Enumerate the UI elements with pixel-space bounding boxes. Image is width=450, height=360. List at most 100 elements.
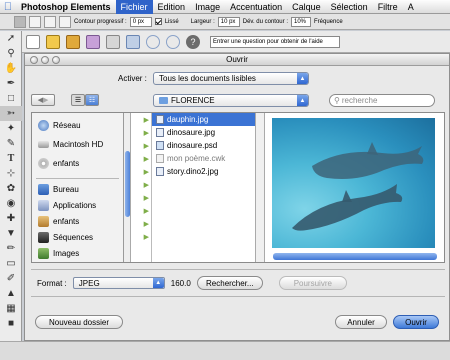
help-icon[interactable]: ? bbox=[186, 34, 200, 49]
new-folder-button[interactable]: Nouveau dossier bbox=[35, 315, 123, 329]
chevron-right-icon: ▶ bbox=[143, 220, 149, 228]
print-preview-icon[interactable] bbox=[126, 34, 140, 49]
menu-selection[interactable]: Sélection bbox=[326, 0, 373, 14]
selection-brush-tool-icon[interactable]: ✎ bbox=[0, 136, 22, 151]
brush-tool-icon[interactable]: ✐ bbox=[0, 271, 22, 286]
browse-folder-icon[interactable] bbox=[66, 34, 80, 49]
cookie-cutter-tool-icon[interactable]: ✿ bbox=[0, 181, 22, 196]
menu-calque[interactable]: Calque bbox=[287, 0, 326, 14]
add-selection-option[interactable] bbox=[44, 15, 56, 28]
menu-filtre[interactable]: Filtre bbox=[373, 0, 403, 14]
format-popup[interactable]: JPEG ▲ bbox=[72, 277, 165, 289]
format-value: JPEG bbox=[78, 278, 100, 288]
file-list-scrollbar[interactable] bbox=[256, 113, 265, 262]
location-value: FLORENCE bbox=[171, 96, 215, 105]
list-view-icon: ☰ bbox=[74, 97, 82, 104]
sidebar-item-label: Séquences bbox=[53, 233, 94, 242]
save-icon[interactable] bbox=[86, 34, 100, 49]
open-button[interactable]: Ouvrir bbox=[393, 315, 439, 329]
sidebar-item-applications[interactable]: Applications bbox=[32, 199, 123, 212]
list-item[interactable]: dauphin.jpg bbox=[152, 113, 255, 126]
shortcuts-bar: ? Entrer une question pour obtenir de l'… bbox=[22, 31, 450, 53]
magic-wand-tool-icon[interactable]: ✦ bbox=[0, 121, 22, 136]
menu-aide[interactable]: A bbox=[403, 0, 419, 14]
zoom-icon[interactable] bbox=[52, 56, 60, 64]
chevron-right-icon: ▶ bbox=[143, 207, 149, 215]
sidebar-item-bureau[interactable]: Bureau bbox=[32, 183, 123, 196]
list-item[interactable]: mon poème.cwk bbox=[152, 152, 255, 165]
lasso-tool-option[interactable] bbox=[14, 15, 26, 28]
help-question-field[interactable]: Entrer une question pour obtenir de l'ai… bbox=[210, 35, 340, 48]
sidebar-scrollbar[interactable] bbox=[124, 113, 131, 262]
list-item[interactable]: dinosaure.jpg bbox=[152, 126, 255, 139]
file-name: story.dino2.jpg bbox=[167, 167, 219, 176]
sidebar: Réseau Macintosh HD enfants Bureau Appli… bbox=[32, 113, 124, 262]
clone-stamp-tool-icon[interactable]: ▼ bbox=[0, 226, 22, 241]
gradient-tool-icon[interactable]: ▦ bbox=[0, 301, 22, 316]
dev-field[interactable]: 10% bbox=[290, 16, 311, 27]
cancel-button[interactable]: Annuler bbox=[335, 315, 387, 329]
preview-scrollbar[interactable] bbox=[273, 253, 437, 260]
shape-tool-icon[interactable]: ■ bbox=[0, 316, 22, 331]
sidebar-item-images[interactable]: Images bbox=[32, 247, 123, 260]
paint-bucket-tool-icon[interactable]: ▲ bbox=[0, 286, 22, 301]
home-icon bbox=[38, 216, 49, 227]
new-selection-option[interactable] bbox=[29, 15, 41, 28]
list-item[interactable]: dinosaure.psd bbox=[152, 139, 255, 152]
apple-menu-icon[interactable]:  bbox=[0, 1, 16, 13]
file-list: dauphin.jpg dinosaure.jpg dinosaure.psd … bbox=[152, 113, 256, 262]
column-view-icon: ☷ bbox=[88, 97, 96, 104]
show-row: Activer : Tous les documents lisibles ▲ bbox=[25, 72, 450, 86]
show-popup[interactable]: Tous les documents lisibles ▲ bbox=[153, 72, 309, 85]
sidebar-item-sequences[interactable]: Séquences bbox=[32, 231, 123, 244]
print-icon[interactable] bbox=[106, 34, 120, 49]
search-placeholder: recherche bbox=[341, 96, 378, 105]
list-view-button[interactable]: ☰ bbox=[71, 94, 85, 106]
menu-fichier[interactable]: Fichier bbox=[115, 0, 153, 14]
crop-tool-icon[interactable]: ⊹ bbox=[0, 166, 22, 181]
largeur-field[interactable]: 10 px bbox=[217, 16, 240, 27]
contour-field[interactable]: 0 px bbox=[129, 16, 152, 27]
app-menu[interactable]: Photoshop Elements bbox=[16, 0, 116, 14]
undo-icon[interactable] bbox=[146, 34, 160, 49]
lisse-checkbox[interactable] bbox=[154, 18, 162, 25]
red-eye-tool-icon[interactable]: ◉ bbox=[0, 196, 22, 211]
lasso-tool-icon[interactable]: ➳ bbox=[0, 106, 22, 121]
close-icon[interactable] bbox=[30, 56, 38, 64]
back-forward-button[interactable]: ◀ ▶ bbox=[31, 94, 55, 106]
image-preview bbox=[265, 113, 444, 262]
location-popup[interactable]: FLORENCE ▲ bbox=[153, 94, 309, 107]
chevron-right-icon: ▶ bbox=[143, 233, 149, 241]
sidebar-item-label: Bureau bbox=[53, 185, 79, 194]
find-next-button[interactable]: Poursuivre bbox=[278, 276, 347, 290]
sidebar-item-label: enfants bbox=[53, 217, 80, 226]
column-view-button[interactable]: ☷ bbox=[85, 94, 99, 106]
eraser-tool-icon[interactable]: ▭ bbox=[0, 256, 22, 271]
sidebar-item-enfants-disk[interactable]: enfants bbox=[32, 157, 123, 170]
sidebar-item-enfants-home[interactable]: enfants bbox=[32, 215, 123, 228]
redo-icon[interactable] bbox=[166, 34, 180, 49]
menu-accentuation[interactable]: Accentuation bbox=[225, 0, 287, 14]
menu-edition[interactable]: Edition bbox=[153, 0, 191, 14]
pencil-tool-icon[interactable]: ✏ bbox=[0, 241, 22, 256]
type-tool-icon[interactable]: T bbox=[0, 151, 22, 166]
eyedropper-tool-icon[interactable]: ✒ bbox=[0, 76, 22, 91]
open-folder-icon[interactable] bbox=[46, 34, 60, 49]
format-size: 160.0 bbox=[170, 278, 191, 288]
sidebar-item-macintosh-hd[interactable]: Macintosh HD bbox=[32, 138, 123, 151]
minimize-icon[interactable] bbox=[41, 56, 49, 64]
menu-image[interactable]: Image bbox=[190, 0, 225, 14]
search-field[interactable]: ⚲ recherche bbox=[329, 94, 435, 107]
subtract-selection-option[interactable] bbox=[59, 15, 71, 28]
zoom-tool-icon[interactable]: ⚲ bbox=[0, 46, 22, 61]
hand-tool-icon[interactable]: ✋ bbox=[0, 61, 22, 76]
move-tool-icon[interactable]: ➚ bbox=[0, 31, 22, 46]
find-button[interactable]: Rechercher... bbox=[196, 276, 263, 290]
list-item[interactable]: story.dino2.jpg bbox=[152, 165, 255, 178]
healing-brush-tool-icon[interactable]: ✚ bbox=[0, 211, 22, 226]
marquee-tool-icon[interactable]: □ bbox=[0, 91, 22, 106]
file-name: dauphin.jpg bbox=[167, 115, 209, 124]
scrollbar-thumb[interactable] bbox=[125, 151, 130, 217]
sidebar-item-reseau[interactable]: Réseau bbox=[32, 119, 123, 132]
new-file-icon[interactable] bbox=[26, 34, 40, 49]
